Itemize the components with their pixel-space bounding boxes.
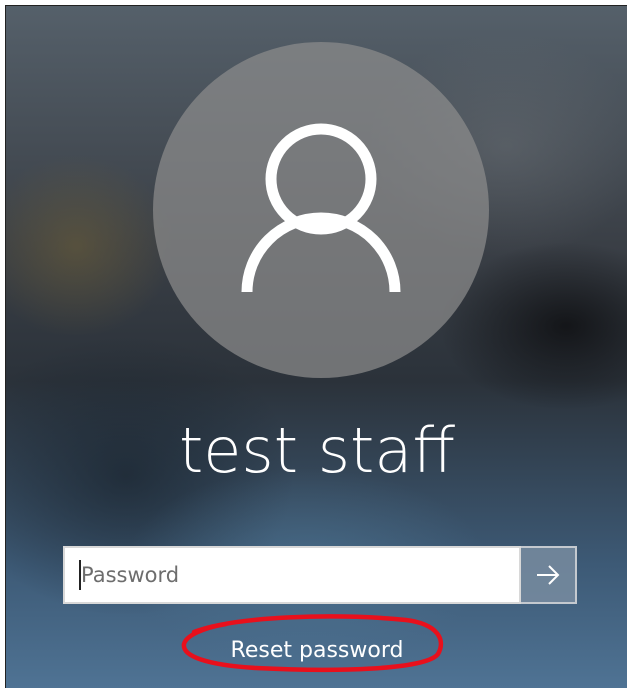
user-avatar [153,42,489,378]
arrow-right-icon [537,565,560,585]
user-silhouette-icon [241,123,401,293]
text-caret [79,560,81,590]
reset-password-link[interactable]: Reset password [6,634,627,668]
user-display-name: test staff [178,414,456,487]
lock-screen: test staff Reset password [5,5,627,688]
password-field[interactable] [63,546,521,604]
password-row [63,546,577,604]
submit-button[interactable] [521,546,577,604]
